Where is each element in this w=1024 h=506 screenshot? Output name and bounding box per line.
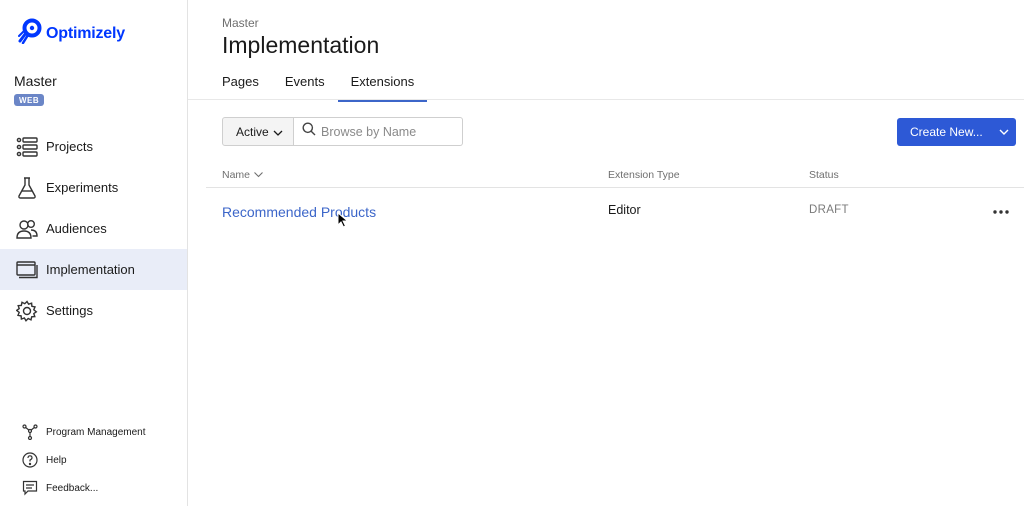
create-new-label: Create New... [910, 125, 983, 139]
create-new-button[interactable]: Create New... [897, 118, 1016, 146]
optimizely-logo-icon [18, 18, 42, 49]
sort-chevron-icon [254, 172, 263, 178]
sidebar: Optimizely Master WEB Projects Experimen… [0, 0, 188, 506]
chevron-down-icon[interactable] [992, 118, 1016, 146]
feedback-icon [22, 480, 38, 496]
sidebar-footer: Program Management Help Feedback... [0, 418, 187, 502]
tab-events[interactable]: Events [272, 64, 338, 102]
implementation-icon [16, 259, 38, 281]
sidebar-item-label: Implementation [46, 262, 135, 277]
tabs-divider [188, 99, 1024, 100]
help-icon [22, 452, 38, 468]
sidebar-item-label: Projects [46, 139, 93, 154]
column-header-label: Name [222, 169, 251, 181]
sidebar-item-projects[interactable]: Projects [0, 126, 187, 167]
sidebar-nav: Projects Experiments Audiences Implement… [0, 126, 187, 331]
footer-item-label: Help [46, 454, 67, 466]
page-title: Implementation [222, 32, 380, 58]
sidebar-item-label: Audiences [46, 221, 107, 236]
extension-type: Editor [608, 203, 641, 217]
extension-name-link[interactable]: Recommended Products [222, 204, 376, 220]
column-header-status: Status [809, 169, 839, 181]
gear-icon [16, 299, 38, 322]
sidebar-item-settings[interactable]: Settings [0, 290, 187, 331]
projects-icon [16, 136, 38, 158]
sidebar-item-label: Experiments [46, 180, 119, 195]
search-icon [302, 122, 316, 141]
footer-item-label: Feedback... [46, 482, 99, 494]
footer-item-program-management[interactable]: Program Management [0, 418, 187, 446]
filter-bar: Active [222, 117, 463, 146]
sidebar-item-implementation[interactable]: Implementation [0, 249, 187, 290]
audiences-icon [16, 218, 38, 240]
more-options-icon[interactable] [991, 205, 1011, 219]
main-content: Master Implementation Pages Events Exten… [188, 0, 1024, 506]
footer-item-feedback[interactable]: Feedback... [0, 474, 187, 502]
tab-pages[interactable]: Pages [209, 64, 272, 102]
status-filter-dropdown[interactable]: Active [222, 117, 294, 146]
project-name: Master [14, 73, 57, 89]
search-box[interactable] [294, 117, 463, 146]
footer-item-help[interactable]: Help [0, 446, 187, 474]
sidebar-item-experiments[interactable]: Experiments [0, 167, 187, 208]
table-row: Recommended Products Editor DRAFT [206, 189, 1024, 237]
brand-name: Optimizely [46, 24, 125, 42]
column-header-name[interactable]: Name [222, 169, 263, 181]
breadcrumb[interactable]: Master [222, 16, 259, 30]
status-filter-value: Active [236, 124, 269, 139]
status-badge: DRAFT [809, 204, 849, 216]
search-input[interactable] [321, 124, 451, 139]
chevron-down-icon [273, 125, 283, 139]
column-header-extension-type: Extension Type [608, 169, 680, 181]
platform-badge: WEB [14, 94, 45, 106]
program-management-icon [22, 424, 38, 440]
flask-icon [16, 176, 38, 199]
sidebar-item-audiences[interactable]: Audiences [0, 208, 187, 249]
tab-extensions[interactable]: Extensions [337, 64, 428, 102]
footer-item-label: Program Management [46, 426, 146, 438]
table-header: Name Extension Type Status [206, 163, 1024, 188]
optimizely-logo[interactable]: Optimizely [18, 18, 125, 49]
sidebar-item-label: Settings [46, 303, 93, 318]
tab-bar: Pages Events Extensions [209, 64, 427, 102]
